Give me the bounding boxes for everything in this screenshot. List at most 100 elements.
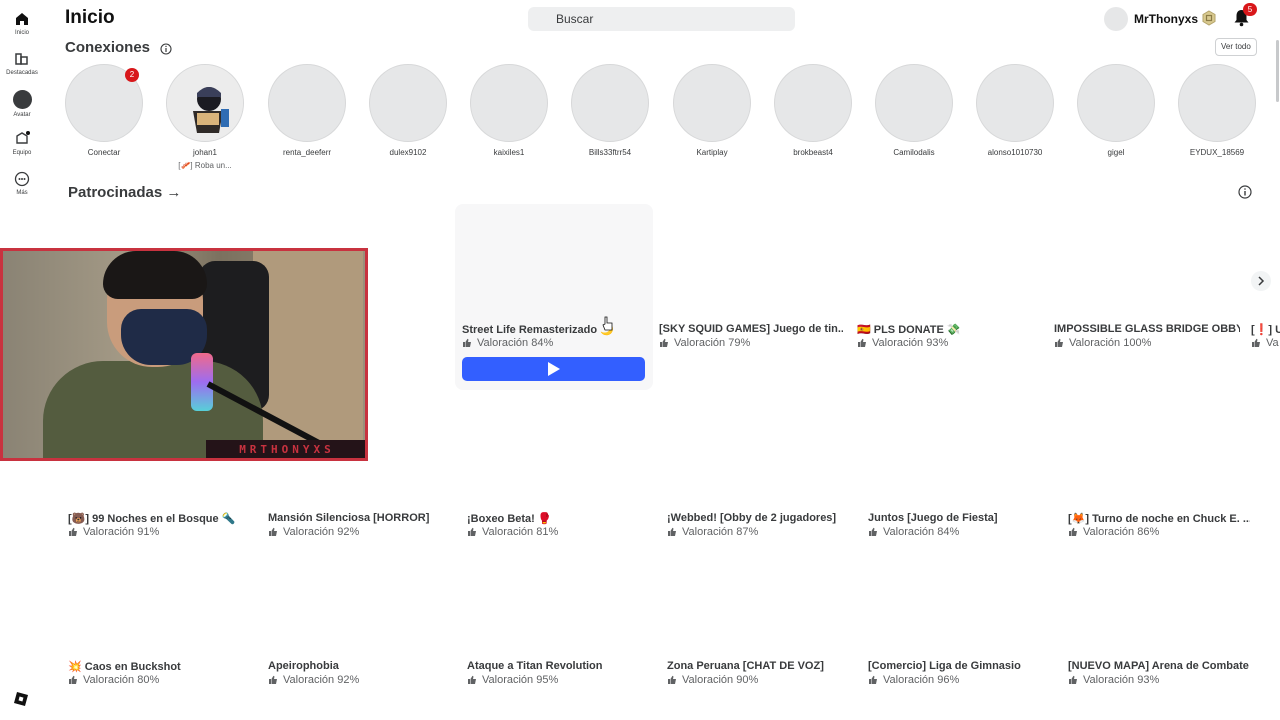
rating-text: Valoración 81% <box>482 526 559 538</box>
friend-name: Bills33ftrr54 <box>588 148 632 157</box>
game-rating: Va <box>1251 337 1280 349</box>
rail-item-home[interactable]: Inicio <box>0 11 44 36</box>
thumbs-up-icon <box>269 675 277 684</box>
game-title[interactable]: [🐻] 99 Noches en el Bosque 🔦 <box>68 512 258 525</box>
friend-avatar <box>976 64 1054 142</box>
more-icon <box>14 171 30 187</box>
game-rating: Valoración 95% <box>467 674 558 686</box>
rating-text: Valoración 93% <box>1083 674 1160 686</box>
friend-name: brokbeast4 <box>793 148 833 157</box>
game-title[interactable]: Street Life Remasterizado 🌙 <box>462 323 652 336</box>
friend-item[interactable]: brokbeast4 <box>773 64 853 157</box>
rating-text: Valoración 90% <box>682 674 759 686</box>
game-title[interactable]: [🦊] Turno de noche en Chuck E. ... <box>1068 512 1250 525</box>
friend-item[interactable]: Kartiplay <box>672 64 752 157</box>
friend-item[interactable]: alonso1010730 <box>975 64 1055 157</box>
friend-name: dulex9102 <box>389 148 427 157</box>
carousel-next-button[interactable] <box>1251 271 1271 291</box>
rail-item-inventory[interactable]: Equipo <box>0 131 44 156</box>
friend-item[interactable]: Camilodalis <box>874 64 954 157</box>
scrollbar[interactable] <box>1276 40 1279 102</box>
rating-text: Valoración 87% <box>682 526 759 538</box>
rail-label: Inicio <box>14 30 29 36</box>
game-title[interactable]: IMPOSSIBLE GLASS BRIDGE OBBY <box>1054 323 1240 335</box>
thumbs-up-icon <box>1069 527 1077 536</box>
thumbs-up-icon <box>869 527 877 536</box>
friend-item[interactable]: kaixiles1 <box>469 64 549 157</box>
friend-name: kaixiles1 <box>493 148 525 157</box>
game-title[interactable]: Apeirophobia <box>268 660 458 672</box>
friend-item[interactable]: johan1 [🥓] Roba un... <box>165 64 245 170</box>
play-icon <box>548 362 560 376</box>
friend-avatar <box>166 64 244 142</box>
thumbs-up-icon <box>668 675 676 684</box>
game-title[interactable]: [NUEVO MAPA] Arena de Combate <box>1068 660 1258 672</box>
rating-text: Valoración 93% <box>872 337 949 349</box>
notification-badge: 5 <box>1243 3 1257 16</box>
rail-item-more[interactable]: Más <box>0 171 44 196</box>
username: MrThonyxs <box>1134 12 1199 26</box>
game-title[interactable]: [❗] UI <box>1251 323 1280 336</box>
game-title[interactable]: ¡Webbed! [Obby de 2 jugadores] <box>667 512 857 524</box>
roblox-logo-icon[interactable] <box>14 692 28 706</box>
rating-text: Valoración 79% <box>674 337 751 349</box>
inventory-icon <box>16 131 30 144</box>
robux-icon[interactable] <box>1201 10 1217 26</box>
avatar-icon <box>12 90 32 109</box>
friend-avatar <box>1077 64 1155 142</box>
friend-item[interactable]: dulex9102 <box>368 64 448 157</box>
search-placeholder: Buscar <box>556 12 594 26</box>
rating-text: Valoración 84% <box>883 526 960 538</box>
game-title[interactable]: 💥 Caos en Buckshot <box>68 660 258 673</box>
info-icon[interactable] <box>160 43 172 55</box>
game-rating: Valoración 93% <box>857 337 948 349</box>
friend-name: Conectar <box>87 148 121 157</box>
friend-name: Camilodalis <box>893 148 935 157</box>
thumbs-up-icon <box>69 527 77 536</box>
home-icon <box>16 13 28 25</box>
user-profile-link[interactable]: MrThonyxs <box>1104 6 1206 32</box>
info-icon[interactable] <box>1238 185 1252 199</box>
thumbs-up-icon <box>1069 675 1077 684</box>
rating-text: Valoración 91% <box>83 526 160 538</box>
thumbs-up-icon <box>468 675 476 684</box>
webcam-door <box>253 251 363 458</box>
friend-item[interactable]: renta_deeferr <box>267 64 347 157</box>
rail-label: Equipo <box>12 150 32 156</box>
rating-text: Valoración 100% <box>1069 337 1152 349</box>
game-title[interactable]: Zona Peruana [CHAT DE VOZ] <box>667 660 857 672</box>
see-all-button[interactable]: Ver todo <box>1215 38 1257 56</box>
connections-title: Conexiones <box>65 39 151 56</box>
game-title[interactable]: Juntos [Juego de Fiesta] <box>868 512 1058 524</box>
friend-avatar <box>673 64 751 142</box>
rating-text: Valoración 80% <box>83 674 160 686</box>
rating-text: Valoración 95% <box>482 674 559 686</box>
friend-avatar <box>369 64 447 142</box>
game-title[interactable]: [SKY SQUID GAMES] Juego de tin... <box>659 323 843 335</box>
search-input[interactable]: Buscar <box>528 7 795 31</box>
thumbs-up-icon <box>869 675 877 684</box>
friend-item[interactable]: EYDUX_18569 <box>1177 64 1257 157</box>
sponsored-title[interactable]: Patrocinadas → <box>68 184 181 201</box>
game-rating: Valoración 80% <box>68 674 159 686</box>
rail-item-charts[interactable]: Destacadas <box>0 51 44 76</box>
game-title[interactable]: Ataque a Titan Revolution <box>467 660 657 672</box>
game-rating: Valoración 91% <box>68 526 159 538</box>
thumbs-up-icon <box>1252 338 1260 347</box>
thumbs-up-icon <box>269 527 277 536</box>
game-rating: Valoración 79% <box>659 337 750 349</box>
game-title[interactable]: 🇪🇸 PLS DONATE 💸 <box>857 323 1041 336</box>
rail-item-avatar[interactable]: Avatar <box>0 90 44 118</box>
game-title[interactable]: ¡Boxeo Beta! 🥊 <box>467 512 657 525</box>
friend-name: renta_deeferr <box>282 148 332 157</box>
friend-item[interactable]: gigel <box>1076 64 1156 157</box>
game-rating: Valoración 96% <box>868 674 959 686</box>
thumbs-up-icon <box>468 527 476 536</box>
game-rating: Valoración 86% <box>1068 526 1159 538</box>
game-title[interactable]: [Comercio] Liga de Gimnasio <box>868 660 1058 672</box>
rating-text: Valoración 84% <box>477 337 554 349</box>
friend-item[interactable]: Bills33ftrr54 <box>570 64 650 157</box>
friend-name: EYDUX_18569 <box>1189 148 1245 157</box>
game-title[interactable]: Mansión Silenciosa [HORROR] <box>268 512 458 524</box>
play-button[interactable] <box>462 357 645 381</box>
